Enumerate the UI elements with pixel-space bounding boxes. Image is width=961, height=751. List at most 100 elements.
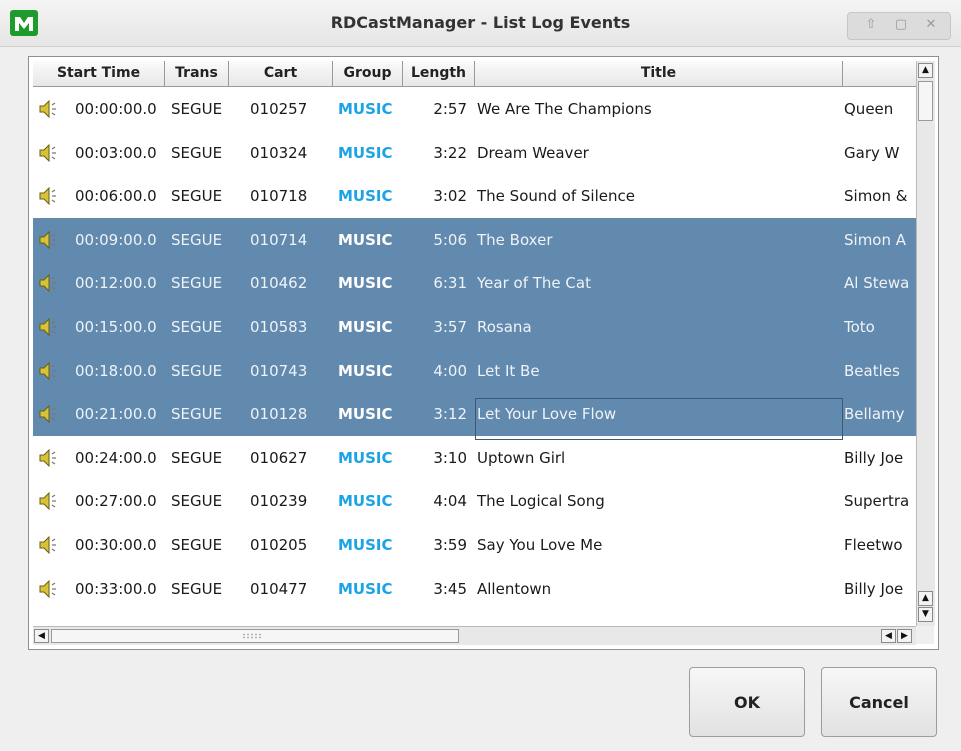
start-time-cell: 00:33:00.0 (75, 579, 157, 598)
trans-cell: SEGUE (171, 492, 223, 511)
group-cell: MUSIC (338, 187, 393, 206)
cart-cell: 010627 (250, 448, 308, 467)
column-header-cart[interactable]: Cart (229, 61, 333, 86)
group-cell: MUSIC (338, 274, 393, 293)
length-cell: 3:45 (433, 579, 467, 598)
artist-cell: Fleetwo (844, 536, 903, 554)
speaker-icon (39, 392, 59, 436)
table-row[interactable]: 00:30:00.0 SEGUE 010205 MUSIC 3:59 Say You Lo… (33, 523, 916, 567)
table-row[interactable]: 00:33:00.0 SEGUE 010477 MUSIC 3:45 Allentown B… (33, 567, 916, 611)
table-row[interactable]: 00:21:00.0 SEGUE 010128 MUSIC 3:12 Let Your L… (33, 392, 916, 437)
close-icon[interactable]: ✕ (920, 15, 942, 35)
artist-cell: Bellamy (844, 405, 905, 424)
speaker-icon (39, 131, 59, 175)
speaker-icon (39, 218, 59, 262)
table-row[interactable]: 00:06:00.0 SEGUE 010718 MUSIC 3:02 The Sound … (33, 174, 916, 218)
artist-cell: Simon & (844, 187, 908, 206)
title-cell: Rosana (477, 318, 532, 336)
cart-cell: 010583 (250, 318, 308, 336)
speaker-icon (39, 87, 59, 131)
length-cell: 5:06 (433, 230, 467, 249)
title-cell: Say You Love Me (477, 536, 603, 554)
table-row[interactable]: 00:15:00.0 SEGUE 010583 MUSIC 3:57 Rosana Toto (33, 305, 916, 349)
cart-cell: 010205 (250, 536, 308, 554)
group-cell: MUSIC (338, 230, 393, 249)
cart-cell: 010743 (250, 361, 308, 380)
speaker-icon (39, 305, 59, 349)
column-header-start-time[interactable]: Start Time (33, 61, 165, 86)
up-arrow-icon[interactable]: ⇧ (860, 15, 882, 35)
title-cell: Let Your Love Flow (477, 405, 617, 424)
group-cell: MUSIC (338, 579, 393, 598)
column-header-title[interactable]: Title (475, 61, 843, 86)
start-time-cell: 00:21:00.0 (75, 405, 157, 424)
group-cell: MUSIC (338, 318, 393, 336)
start-time-cell: 00:24:00.0 (75, 448, 157, 467)
scroll-left-button-right[interactable]: ◀ (881, 629, 896, 643)
list-header: Start Time Trans Cart Group Length Title (33, 61, 916, 87)
column-header-group[interactable]: Group (333, 61, 403, 86)
group-cell: MUSIC (338, 448, 393, 467)
trans-cell: SEGUE (171, 143, 223, 162)
length-cell: 6:31 (433, 274, 467, 293)
scroll-up-button[interactable]: ▲ (918, 63, 933, 78)
horizontal-scroll-thumb[interactable] (51, 629, 459, 643)
cancel-button[interactable]: Cancel (821, 667, 937, 737)
length-cell: 3:57 (433, 318, 467, 336)
start-time-cell: 00:15:00.0 (75, 318, 157, 336)
column-header-artist[interactable] (843, 61, 916, 86)
artist-cell: Al Stewa (844, 274, 910, 293)
length-cell: 3:02 (433, 187, 467, 206)
vertical-scroll-thumb[interactable] (918, 81, 933, 121)
scroll-left-button[interactable]: ◀ (34, 629, 49, 643)
title-cell: The Sound of Silence (477, 187, 635, 206)
column-header-length[interactable]: Length (403, 61, 475, 86)
artist-cell: Queen (844, 100, 894, 118)
trans-cell: SEGUE (171, 318, 223, 336)
cart-cell: 010128 (250, 405, 308, 424)
vertical-scrollbar[interactable]: ▲ ▲ ▼ (916, 61, 935, 626)
trans-cell: SEGUE (171, 100, 223, 118)
artist-cell: Billy Joe (844, 448, 904, 467)
table-row[interactable]: 00:18:00.0 SEGUE 010743 MUSIC 4:00 Let It Be B… (33, 348, 916, 393)
scroll-corner (916, 626, 934, 644)
length-cell: 3:59 (433, 536, 467, 554)
table-row[interactable]: 00:03:00.0 SEGUE 010324 MUSIC 3:22 Dream Weav… (33, 131, 916, 175)
table-row[interactable]: 00:24:00.0 SEGUE 010627 MUSIC 3:10 Uptown Gir… (33, 436, 916, 480)
ok-button[interactable]: OK (689, 667, 805, 737)
artist-cell: Gary W (844, 143, 900, 162)
group-cell: MUSIC (338, 492, 393, 511)
group-cell: MUSIC (338, 536, 393, 554)
trans-cell: SEGUE (171, 405, 223, 424)
artist-cell: Billy Joe (844, 579, 904, 598)
group-cell: MUSIC (338, 143, 393, 162)
length-cell: 3:22 (433, 143, 467, 162)
maximize-icon[interactable]: ▢ (890, 15, 912, 35)
scroll-right-button[interactable]: ▶ (897, 629, 912, 643)
title-cell: The Logical Song (477, 492, 605, 511)
length-cell: 4:04 (433, 492, 467, 511)
length-cell: 4:00 (433, 361, 467, 380)
speaker-icon (39, 479, 59, 523)
trans-cell: SEGUE (171, 361, 223, 380)
scroll-up-button-lower[interactable]: ▲ (918, 591, 933, 606)
cart-cell: 010714 (250, 230, 308, 249)
title-cell: We Are The Champions (477, 100, 652, 118)
log-events-list: Start Time Trans Cart Group Length Title… (28, 56, 939, 650)
table-row[interactable]: 00:00:00.0 SEGUE 010257 MUSIC 2:57 We Are The… (33, 87, 916, 131)
horizontal-scrollbar[interactable]: ◀ ◀ ▶ (33, 626, 916, 645)
table-row[interactable]: 00:27:00.0 SEGUE 010239 MUSIC 4:04 The Logica… (33, 479, 916, 523)
trans-cell: SEGUE (171, 579, 223, 598)
length-cell: 3:12 (433, 405, 467, 424)
start-time-cell: 00:03:00.0 (75, 143, 157, 162)
table-row[interactable]: 00:09:00.0 SEGUE 010714 MUSIC 5:06 The Boxer S… (33, 217, 916, 262)
trans-cell: SEGUE (171, 230, 223, 249)
start-time-cell: 00:30:00.0 (75, 536, 157, 554)
start-time-cell: 00:27:00.0 (75, 492, 157, 511)
scroll-down-button[interactable]: ▼ (918, 607, 933, 622)
length-cell: 2:57 (433, 100, 467, 118)
table-row[interactable]: 00:12:00.0 SEGUE 010462 MUSIC 6:31 Year of Th… (33, 261, 916, 306)
list-viewport: Start Time Trans Cart Group Length Title… (33, 61, 916, 626)
column-header-trans[interactable]: Trans (165, 61, 229, 86)
title-bar: RDCastManager - List Log Events ⇧ ▢ ✕ (0, 0, 961, 47)
